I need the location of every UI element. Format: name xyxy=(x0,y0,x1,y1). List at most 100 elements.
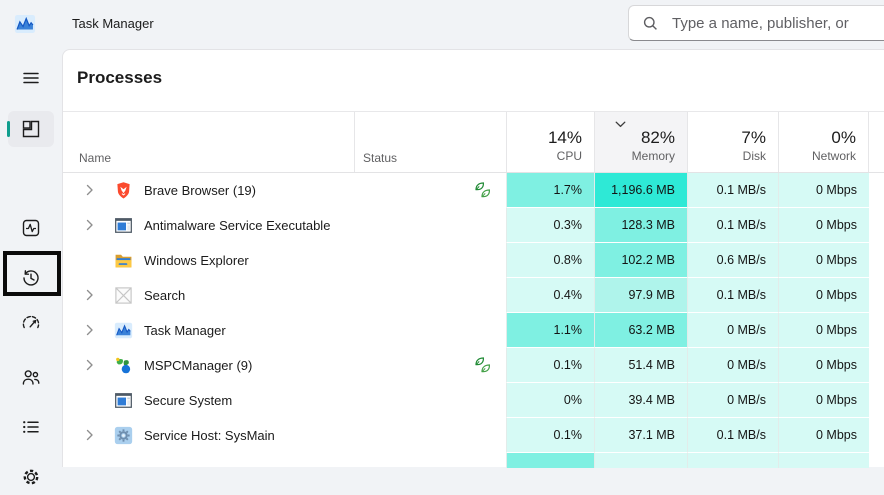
memory-cell: 97.9 MB xyxy=(594,278,687,313)
chevron-right-icon xyxy=(86,359,94,371)
process-app-icon xyxy=(114,216,133,235)
search-box[interactable] xyxy=(628,5,884,41)
details-icon xyxy=(21,417,41,437)
disk-cell: 0 MB/s xyxy=(687,383,778,418)
network-cell: 0 Mbps xyxy=(778,243,869,278)
column-header-memory[interactable]: 82% Memory xyxy=(594,112,687,172)
column-header-status[interactable]: Status xyxy=(354,112,506,172)
status-cell xyxy=(354,243,506,278)
processes-icon xyxy=(21,119,41,139)
process-row[interactable]: Secure System 0% 39.4 MB 0 MB/s 0 Mbps xyxy=(63,383,884,418)
sort-descending-chevron-icon xyxy=(615,121,626,128)
sidebar-item-details[interactable] xyxy=(8,409,54,445)
network-cell: 0 Mbps xyxy=(778,313,869,348)
efficiency-mode-leaf-icon xyxy=(474,356,492,374)
cpu-cell xyxy=(506,453,594,468)
process-row[interactable]: Service Host: SysMain 0.1% 37.1 MB 0.1 M… xyxy=(63,418,884,453)
expand-button[interactable] xyxy=(63,429,114,441)
cpu-cell: 1.1% xyxy=(506,313,594,348)
process-row[interactable]: Antimalware Service Executable 0.3% 128.… xyxy=(63,208,884,243)
column-header-name[interactable]: Name xyxy=(63,112,354,172)
disk-cell: 0.1 MB/s xyxy=(687,278,778,313)
network-cell: 0 Mbps xyxy=(778,278,869,313)
process-name: Windows Explorer xyxy=(144,253,249,268)
memory-cell: 39.4 MB xyxy=(594,383,687,418)
process-name-cell: Brave Browser (19) xyxy=(63,173,354,208)
process-name-cell: Task Manager xyxy=(63,313,354,348)
process-name-cell: Service Host: SysMain xyxy=(63,418,354,453)
sidebar-item-processes[interactable] xyxy=(8,111,54,147)
process-name: Secure System xyxy=(144,393,232,408)
disk-cell: 0 MB/s xyxy=(687,313,778,348)
memory-cell: 51.4 MB xyxy=(594,348,687,383)
expand-button[interactable] xyxy=(63,184,114,196)
sidebar xyxy=(0,49,62,467)
process-row[interactable]: Brave Browser (19) 1.7% 1,196.6 MB 0.1 M… xyxy=(63,173,884,208)
column-header-network[interactable]: 0% Network xyxy=(778,112,869,172)
status-cell xyxy=(354,418,506,453)
hamburger-icon xyxy=(21,68,41,88)
sidebar-item-app-history[interactable] xyxy=(8,260,54,296)
expand-button[interactable] xyxy=(63,359,114,371)
process-row-partial[interactable] xyxy=(63,453,884,468)
expand-button[interactable] xyxy=(63,394,114,406)
column-header-disk[interactable]: 7% Disk xyxy=(687,112,778,172)
navigation-menu-button[interactable] xyxy=(8,60,54,96)
memory-cell: 63.2 MB xyxy=(594,313,687,348)
expand-button[interactable] xyxy=(63,219,114,231)
expand-button[interactable] xyxy=(63,324,114,336)
main-panel: Processes Name Status 14% CPU 82% Memory… xyxy=(62,49,884,467)
process-name-cell: Search xyxy=(63,278,354,313)
startup-apps-icon xyxy=(21,313,41,333)
column-header-cpu[interactable]: 14% CPU xyxy=(506,112,594,172)
cpu-cell: 0% xyxy=(506,383,594,418)
network-cell: 0 Mbps xyxy=(778,173,869,208)
status-cell xyxy=(354,278,506,313)
efficiency-mode-leaf-icon xyxy=(474,181,492,199)
memory-cell xyxy=(594,453,687,468)
process-row[interactable]: Windows Explorer 0.8% 102.2 MB 0.6 MB/s … xyxy=(63,243,884,278)
process-table-body: Brave Browser (19) 1.7% 1,196.6 MB 0.1 M… xyxy=(63,173,884,468)
chevron-right-icon xyxy=(86,324,94,336)
status-cell xyxy=(354,383,506,418)
users-icon xyxy=(21,367,41,387)
process-row[interactable]: MSPCManager (9) 0.1% 51.4 MB 0 MB/s 0 Mb… xyxy=(63,348,884,383)
search-icon xyxy=(643,16,658,31)
disk-cell: 0.1 MB/s xyxy=(687,173,778,208)
network-cell: 0 Mbps xyxy=(778,208,869,243)
process-name: Search xyxy=(144,288,185,303)
process-name: Brave Browser (19) xyxy=(144,183,256,198)
memory-cell: 37.1 MB xyxy=(594,418,687,453)
network-cell: 0 Mbps xyxy=(778,418,869,453)
window-title: Task Manager xyxy=(72,16,154,31)
titlebar: Task Manager xyxy=(0,0,884,49)
expand-button[interactable] xyxy=(63,455,114,467)
cpu-cell: 0.3% xyxy=(506,208,594,243)
process-app-icon xyxy=(114,321,133,340)
network-cell: 0 Mbps xyxy=(778,348,869,383)
sidebar-item-performance[interactable] xyxy=(8,210,54,246)
expand-button[interactable] xyxy=(63,254,114,266)
page-title: Processes xyxy=(77,68,162,88)
cpu-cell: 0.1% xyxy=(506,348,594,383)
disk-cell: 0.1 MB/s xyxy=(687,418,778,453)
status-cell xyxy=(354,173,506,208)
disk-cell: 0.1 MB/s xyxy=(687,208,778,243)
search-input[interactable] xyxy=(670,14,884,33)
process-row[interactable]: Search 0.4% 97.9 MB 0.1 MB/s 0 Mbps xyxy=(63,278,884,313)
disk-cell: 0.6 MB/s xyxy=(687,243,778,278)
status-cell xyxy=(354,453,506,468)
disk-cell xyxy=(687,453,778,468)
process-app-icon xyxy=(114,286,133,305)
chevron-right-icon xyxy=(86,219,94,231)
process-name-cell: Antimalware Service Executable xyxy=(63,208,354,243)
expand-button[interactable] xyxy=(63,289,114,301)
sidebar-item-startup-apps[interactable] xyxy=(8,305,54,341)
cpu-cell: 0.8% xyxy=(506,243,594,278)
process-row[interactable]: Task Manager 1.1% 63.2 MB 0 MB/s 0 Mbps xyxy=(63,313,884,348)
sidebar-item-users[interactable] xyxy=(8,359,54,395)
process-name: Service Host: SysMain xyxy=(144,428,275,443)
app-history-icon xyxy=(21,268,41,288)
sidebar-item-services[interactable] xyxy=(8,459,54,495)
process-name: Antimalware Service Executable xyxy=(144,218,330,233)
